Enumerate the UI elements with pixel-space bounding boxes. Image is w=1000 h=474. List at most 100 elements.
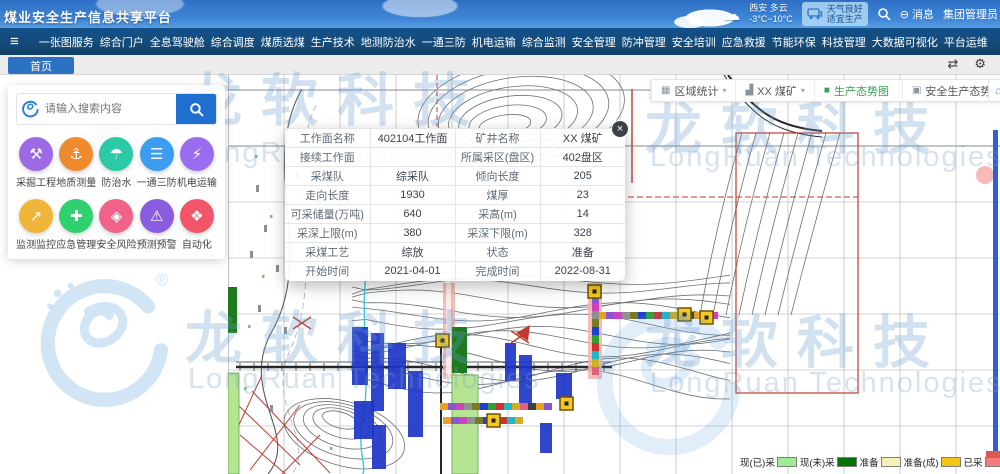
nav-items: 一张图服务综合门户全息驾驶舱综合调度煤质选煤生产技术地测防治水一通三防机电运输综… (37, 34, 1000, 50)
weather-city: 西安 多云 (749, 3, 792, 14)
weather-temp: -3°C~10°C (749, 14, 792, 25)
nav-item[interactable]: 一张图服务 (37, 34, 96, 50)
field-label: 倾向长度 (455, 167, 540, 186)
table-row: 走向长度 1930 煤厚 23 (285, 186, 625, 205)
map-toolbar: ▦ 区域统计 ▾ ▟ XX 煤矿 ▾ ■ 生产态势图 ▣ (650, 79, 1000, 102)
app-shortcut[interactable]: ❖ 自动化 (177, 199, 217, 251)
app-label: 监测监控 (16, 236, 56, 251)
nav-item[interactable]: 综合门户 (98, 34, 146, 50)
field-value: 380 (370, 224, 455, 243)
chevron-down-icon: ▾ (722, 86, 726, 95)
tab-strip: 首页 ⇄ ⚙ (0, 55, 1000, 75)
legend-item: 现(已)采 (740, 455, 797, 469)
nav-item[interactable]: 综合监测 (520, 34, 568, 50)
app-label: 安全风险 (96, 236, 136, 251)
logo-icon (17, 99, 43, 119)
app-icon: ◈ (99, 199, 133, 233)
nav-item[interactable]: 综合调度 (209, 34, 257, 50)
app-icon: ✚ (59, 199, 93, 233)
weather-status-2: 适宜生产 (827, 14, 863, 24)
toolbar-button-icon: ▟ (745, 85, 753, 96)
field-label: 矿井名称 (455, 129, 540, 148)
toolbar-button[interactable]: ▟ XX 煤矿 ▾ (735, 80, 813, 101)
nav-item[interactable]: 煤质选煤 (259, 34, 307, 50)
legend-label: 准备(成) (904, 455, 939, 469)
field-label: 采煤队 (285, 167, 370, 186)
workface-info-table: 工作面名称 402104工作面 矿井名称 XX 煤矿 接续工作面 所属采区(盘区… (285, 128, 625, 281)
field-label: 完成时间 (455, 262, 540, 281)
app-icon: ⚡ (180, 137, 214, 171)
field-value: 402盘区 (540, 148, 625, 167)
app-shortcut[interactable]: ◈ 安全风险 (96, 199, 136, 251)
nav-item[interactable]: 全息驾驶舱 (148, 34, 207, 50)
close-icon[interactable]: × (611, 120, 629, 138)
field-label: 状态 (455, 243, 540, 262)
hamburger-icon[interactable]: ≡ (10, 33, 19, 50)
field-value (370, 148, 455, 167)
app-shortcut[interactable]: ⚡ 机电运输 (177, 137, 217, 189)
nav-item[interactable]: 生产技术 (309, 34, 357, 50)
nav-item[interactable]: 安全管理 (570, 34, 618, 50)
gear-icon[interactable]: ⚙ (974, 56, 986, 72)
toolbar-button-icon: ▦ (661, 85, 670, 96)
tab-home[interactable]: 首页 (8, 57, 74, 74)
field-label: 所属采区(盘区) (455, 148, 540, 167)
field-value: 328 (540, 224, 625, 243)
app-icon: ↗ (19, 199, 53, 233)
search-icon (189, 102, 204, 117)
legend-item: 准备(成) (904, 455, 961, 469)
toolbar-button-label: XX 煤矿 (757, 83, 797, 99)
search-button[interactable] (176, 93, 216, 125)
refresh-icon[interactable]: ⇄ (947, 56, 958, 72)
nav-item[interactable]: 一通三防 (420, 34, 468, 50)
field-label: 煤厚 (455, 186, 540, 205)
nav-item[interactable]: 安全培训 (670, 34, 718, 50)
app-shortcut[interactable]: ⚓ 地质测量 (56, 137, 96, 189)
workface-info-dialog: × 工作面名称 402104工作面 矿井名称 XX 煤矿 接续工作面 (285, 128, 625, 281)
search-icon[interactable] (877, 7, 891, 21)
field-value: 205 (540, 167, 625, 186)
field-label: 走向长度 (285, 186, 370, 205)
nav-item[interactable]: 节能环保 (770, 34, 818, 50)
field-label: 接续工作面 (285, 148, 370, 167)
weather-text: 西安 多云 -3°C~10°C (749, 3, 792, 25)
legend-swatch (777, 457, 797, 467)
app-shortcut[interactable]: ☂ 防治水 (96, 137, 136, 189)
app-label: 预测预警 (137, 236, 177, 251)
nav-item[interactable]: 应急救援 (720, 34, 768, 50)
legend-item: 现(未)采 (800, 455, 857, 469)
nav-item[interactable]: 平台运维 (942, 34, 990, 50)
table-row: 工作面名称 402104工作面 矿井名称 XX 煤矿 (285, 129, 625, 148)
toolbar-button[interactable]: ▦ 区域统计 ▾ (651, 80, 735, 101)
app-label: 一通三防 (137, 174, 177, 189)
field-label: 采深下限(m) (455, 224, 540, 243)
app-shortcut[interactable]: ↗ 监测监控 (16, 199, 56, 251)
app-shortcut[interactable]: ⚒ 采掘工程 (16, 137, 56, 189)
app-shortcut[interactable]: ✚ 应急管理 (56, 199, 96, 251)
home-icon[interactable]: ⌂ (995, 85, 1000, 97)
nav-item[interactable]: 机电运输 (470, 34, 518, 50)
user-account[interactable]: 集团管理员 (943, 6, 998, 22)
map-area[interactable]: 龙软科技 LongRuan Technologies 龙软科技 LongRuan… (0, 75, 1000, 474)
app-label: 地质测量 (56, 174, 96, 189)
legend-label: 现(未)采 (800, 455, 835, 469)
app-icon: ⚒ (19, 137, 53, 171)
app-icon: ⚠ (140, 199, 174, 233)
app-label: 采掘工程 (16, 174, 56, 189)
field-value: 2022-08-31 (540, 262, 625, 281)
field-value: 14 (540, 205, 625, 224)
toolbar-button[interactable]: ▣ 安全生产态势图 ▾ (902, 80, 1000, 101)
messages-button[interactable]: ⊖ 消息 (900, 6, 934, 22)
toolbar-button[interactable]: ■ 生产态势图 (814, 80, 902, 101)
table-row: 采煤工艺 综放 状态 准备 (285, 243, 625, 262)
app-shortcut[interactable]: ☰ 一通三防 (137, 137, 177, 189)
search-input[interactable] (43, 102, 176, 116)
nav-item[interactable]: 防冲管理 (620, 34, 668, 50)
messages-icon: ⊖ (900, 8, 909, 21)
nav-item[interactable]: 地测防治水 (359, 34, 418, 50)
field-label: 工作面名称 (285, 129, 370, 148)
app-window: 煤业安全生产信息共享平台 ☁ 西安 多云 -3°C~10°C 天气良好 适宜生产 (0, 0, 1000, 474)
nav-item[interactable]: 大数据可视化 (870, 34, 940, 50)
app-shortcut[interactable]: ⚠ 预测预警 (137, 199, 177, 251)
nav-item[interactable]: 科技管理 (820, 34, 868, 50)
